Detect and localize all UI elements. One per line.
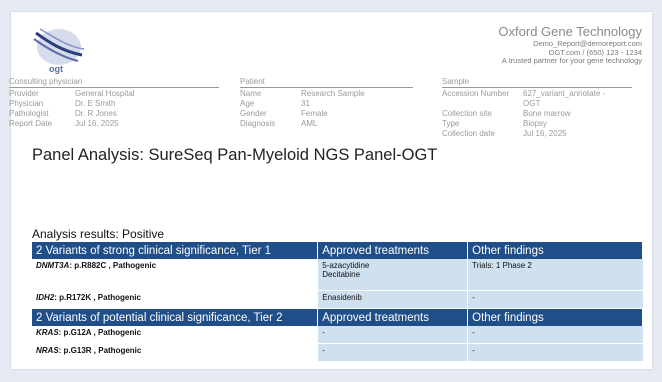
field-label: Collection date bbox=[442, 129, 495, 138]
company-tagline: A trusted partner for your gene technolo… bbox=[501, 56, 642, 66]
consulting-heading: Consulting physician bbox=[9, 77, 219, 88]
table-row: IDH2: p.R172K , Pathogenic Enasidenib - bbox=[32, 290, 643, 309]
field-value: Jul 16, 2025 bbox=[523, 129, 567, 138]
field-label: Physician bbox=[9, 99, 44, 108]
panel-title: Panel Analysis: SureSeq Pan-Myeloid NGS … bbox=[32, 146, 438, 164]
field-value: Female bbox=[301, 109, 328, 118]
table-row: NRAS: p.G13R , Pathogenic - - bbox=[32, 343, 643, 362]
table-row: KRAS: p.G12A , Pathogenic - - bbox=[32, 326, 643, 344]
gene-name: NRAS bbox=[36, 346, 59, 355]
gene-name: IDH2 bbox=[36, 293, 55, 302]
tier1-findings-header: Other findings bbox=[467, 242, 643, 259]
variants-table: 2 Variants of strong clinical significan… bbox=[32, 242, 643, 362]
findings-cell: Trials: 1 Phase 2 bbox=[467, 259, 643, 291]
field-value: AML bbox=[301, 119, 318, 128]
tier2-treatments-header: Approved treatments bbox=[317, 308, 469, 326]
field-label: Name bbox=[240, 89, 262, 98]
treatment-cell: - bbox=[317, 326, 468, 344]
company-block: Oxford Gene Technology Demo_Report@demor… bbox=[498, 24, 642, 66]
findings-cell: - bbox=[467, 290, 643, 309]
tier2-header-row: 2 Variants of potential clinical signifi… bbox=[32, 308, 643, 326]
sample-section: Sample Accession Number 627_variant_annot… bbox=[442, 77, 632, 139]
variant-cell: DNMT3A: p.R882C , Pathogenic bbox=[32, 259, 318, 291]
tier1-variants-header: 2 Variants of strong clinical significan… bbox=[32, 242, 319, 259]
findings-cell: - bbox=[467, 343, 643, 362]
field-label: Gender bbox=[240, 109, 267, 118]
table-row: DNMT3A: p.R882C , Pathogenic 5-azacytidi… bbox=[32, 259, 643, 291]
field-value: Biopsy bbox=[523, 119, 548, 128]
field-value: General Hospital bbox=[75, 89, 135, 98]
field-label: Type bbox=[442, 119, 460, 128]
results-heading: Analysis results: Positive bbox=[32, 227, 165, 241]
field-value: 31 bbox=[301, 99, 310, 108]
treatment-cell: - bbox=[317, 343, 468, 362]
tier1-header-row: 2 Variants of strong clinical significan… bbox=[32, 242, 643, 259]
tier1-treatments-header: Approved treatments bbox=[317, 242, 469, 259]
field-label: Collection site bbox=[442, 109, 492, 118]
field-value: Jul 16, 2025 bbox=[75, 119, 119, 128]
field-value: Research Sample bbox=[301, 89, 365, 98]
field-label: Report Date bbox=[9, 119, 53, 128]
company-name: Oxford Gene Technology bbox=[498, 24, 642, 39]
field-value: Dr. E Smith bbox=[75, 99, 116, 108]
logo-text: ogt bbox=[49, 64, 63, 74]
field-label: Pathologist bbox=[9, 109, 49, 118]
field-label: Provider bbox=[9, 89, 39, 98]
variant-desc: : p.R172K , Pathogenic bbox=[54, 293, 141, 302]
treatment-item: Decitabine bbox=[322, 270, 361, 279]
variant-desc: : p.R882C , Pathogenic bbox=[69, 261, 157, 270]
patient-section: Patient Name Research Sample Age 31 Gender… bbox=[240, 77, 413, 129]
tier2-variants-header: 2 Variants of potential clinical signifi… bbox=[32, 308, 319, 326]
variant-desc: : p.G13R , Pathogenic bbox=[58, 346, 142, 355]
treatment-cell: Enasidenib bbox=[317, 290, 468, 309]
findings-cell: - bbox=[467, 326, 643, 344]
treatment-cell: 5-azacytidine Decitabine bbox=[317, 259, 468, 291]
sample-heading: Sample bbox=[442, 77, 632, 88]
variant-cell: NRAS: p.G13R , Pathogenic bbox=[32, 343, 318, 362]
variant-cell: IDH2: p.R172K , Pathogenic bbox=[32, 290, 318, 309]
field-value: Bone marrow bbox=[523, 109, 571, 118]
variant-cell: KRAS: p.G12A , Pathogenic bbox=[32, 326, 318, 344]
field-value: Dr. R Jones bbox=[75, 109, 117, 118]
report-page: ogt Oxford Gene Technology Demo_Report@d… bbox=[9, 12, 652, 369]
variant-desc: : p.G12A , Pathogenic bbox=[58, 328, 142, 337]
tier2-findings-header: Other findings bbox=[467, 308, 643, 326]
field-value: 627_variant_annotate - bbox=[523, 89, 606, 98]
treatment-item: 5-azacytidine bbox=[322, 261, 370, 270]
field-label: Accession Number bbox=[442, 89, 510, 98]
patient-heading: Patient bbox=[240, 77, 413, 88]
gene-name: DNMT3A bbox=[36, 261, 70, 270]
gene-name: KRAS bbox=[36, 328, 59, 337]
field-label: Diagnosis bbox=[240, 119, 276, 128]
consulting-section: Consulting physician Provider General Hos… bbox=[9, 77, 219, 129]
field-label: Age bbox=[240, 99, 255, 108]
field-value: OGT bbox=[523, 99, 541, 108]
